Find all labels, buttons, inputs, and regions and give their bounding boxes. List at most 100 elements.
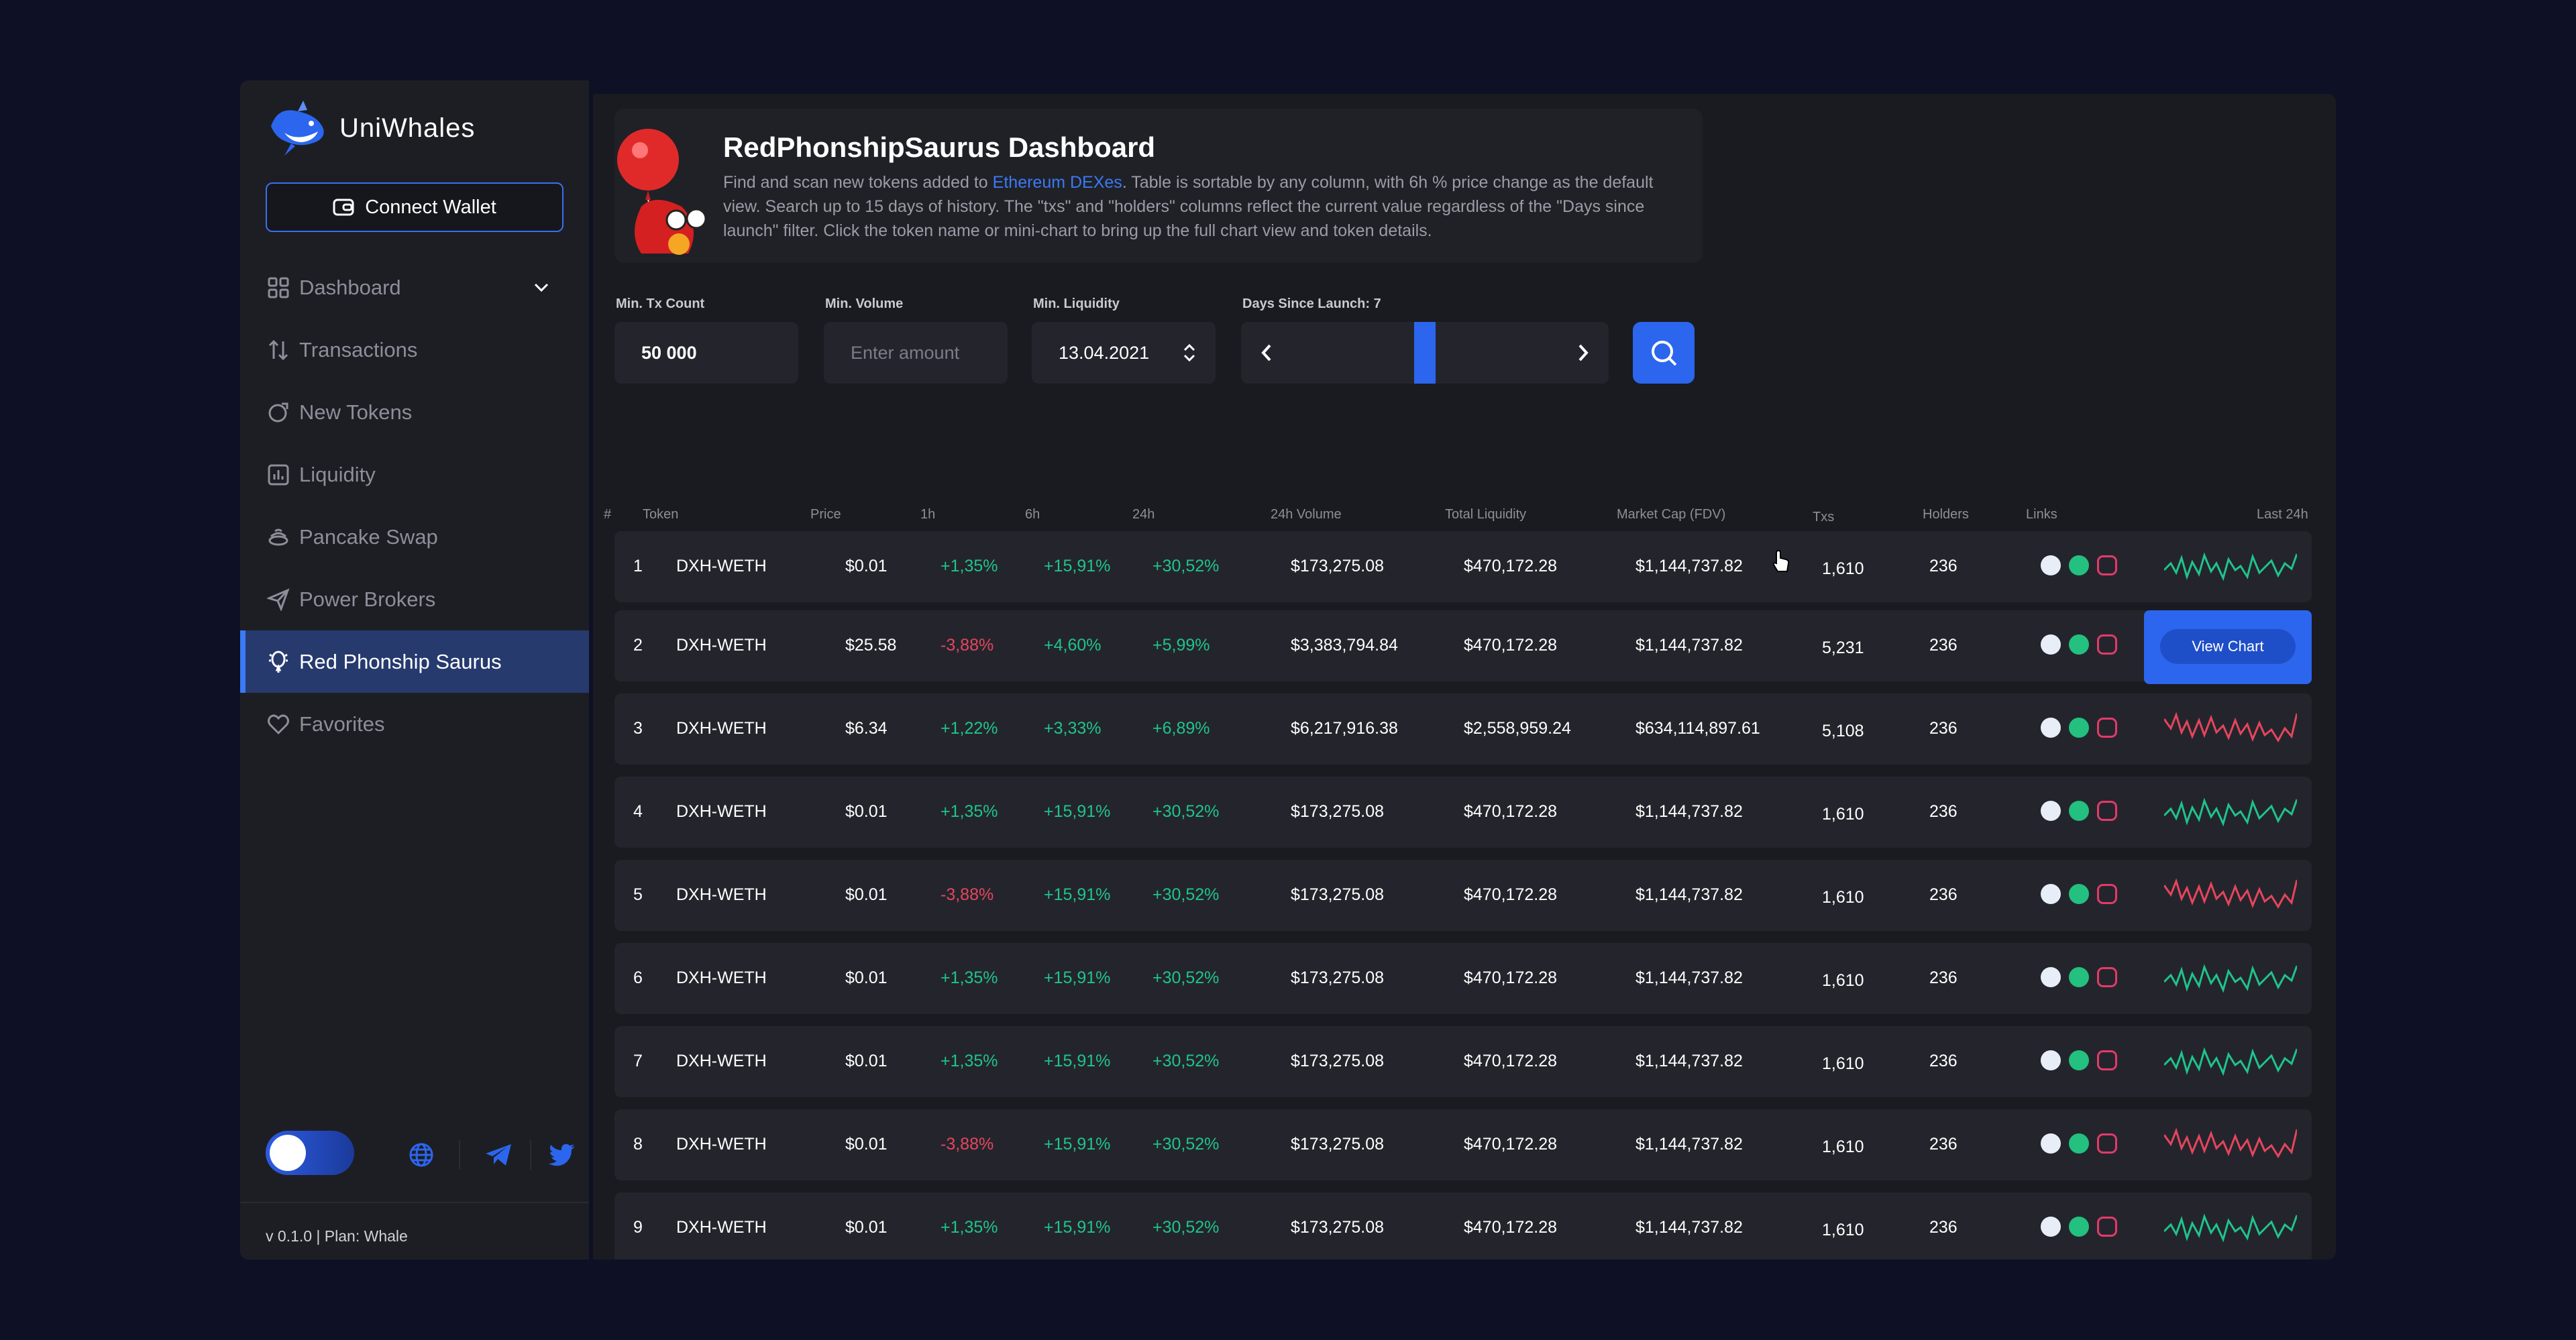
unicorn-link-icon[interactable] bbox=[2097, 634, 2117, 655]
sidebar-item-power-brokers[interactable]: Power Brokers bbox=[240, 568, 589, 630]
table-row[interactable]: 3 DXH-WETH $6.34 +1,22% +3,33% +6,89% $6,217,9… bbox=[614, 693, 2312, 765]
uniswap-link-icon[interactable] bbox=[2041, 1133, 2061, 1154]
uniswap-link-icon[interactable] bbox=[2041, 884, 2061, 904]
unicorn-link-icon[interactable] bbox=[2097, 967, 2117, 987]
search-button[interactable] bbox=[1633, 322, 1695, 384]
sparkline-chart[interactable] bbox=[2164, 543, 2297, 590]
col-header[interactable]: Market Cap (FDV) bbox=[1617, 507, 1725, 522]
cell-token[interactable]: DXH-WETH bbox=[676, 557, 767, 576]
unicorn-link-icon[interactable] bbox=[2097, 884, 2117, 904]
col-header[interactable]: 6h bbox=[1025, 507, 1040, 522]
ethereum-dexes-link[interactable]: Ethereum DEXes bbox=[993, 173, 1122, 192]
col-header[interactable]: Price bbox=[810, 507, 841, 522]
table-row[interactable]: 5 DXH-WETH $0.01 -3,88% +15,91% +30,52% $173,2… bbox=[614, 860, 2312, 931]
unicorn-link-icon[interactable] bbox=[2097, 1217, 2117, 1237]
dextools-link-icon[interactable] bbox=[2069, 1133, 2089, 1154]
dextools-link-icon[interactable] bbox=[2069, 801, 2089, 821]
col-header[interactable]: 1h bbox=[920, 507, 935, 522]
cell-token[interactable]: DXH-WETH bbox=[676, 636, 767, 655]
cell-rank: 7 bbox=[633, 1052, 643, 1070]
logo[interactable]: UniWhales bbox=[264, 99, 475, 157]
col-header[interactable]: Holders bbox=[1923, 507, 1969, 522]
cell-token[interactable]: DXH-WETH bbox=[676, 968, 767, 988]
table-row[interactable]: 6 DXH-WETH $0.01 +1,35% +15,91% +30,52% $173,2… bbox=[614, 943, 2312, 1014]
unicorn-link-icon[interactable] bbox=[2097, 801, 2117, 821]
cell-24h: +30,52% bbox=[1152, 885, 1220, 904]
unicorn-link-icon[interactable] bbox=[2097, 718, 2117, 738]
cell-token[interactable]: DXH-WETH bbox=[676, 1218, 767, 1237]
uniswap-link-icon[interactable] bbox=[2041, 555, 2061, 575]
unicorn-link-icon[interactable] bbox=[2097, 1133, 2117, 1154]
cell-token[interactable]: DXH-WETH bbox=[676, 1052, 767, 1071]
slider-thumb[interactable] bbox=[1414, 322, 1436, 384]
dextools-link-icon[interactable] bbox=[2069, 718, 2089, 738]
table-row[interactable]: 7 DXH-WETH $0.01 +1,35% +15,91% +30,52% $173,2… bbox=[614, 1026, 2312, 1097]
col-header[interactable]: Token bbox=[643, 507, 678, 522]
theme-toggle[interactable] bbox=[266, 1131, 354, 1175]
balloon-icon bbox=[269, 651, 288, 673]
min-liquidity-select[interactable]: 13.04.2021 bbox=[1032, 322, 1216, 384]
dextools-link-icon[interactable] bbox=[2069, 1050, 2089, 1070]
sparkline-chart[interactable] bbox=[2164, 955, 2297, 1002]
cell-token[interactable]: DXH-WETH bbox=[676, 719, 767, 738]
chevron-right-icon[interactable] bbox=[1576, 343, 1590, 362]
unicorn-link-icon[interactable] bbox=[2097, 1050, 2117, 1070]
cell-rank: 3 bbox=[633, 719, 643, 738]
col-header[interactable]: Total Liquidity bbox=[1445, 507, 1526, 522]
col-header[interactable]: 24h bbox=[1132, 507, 1155, 522]
days-since-launch-slider[interactable] bbox=[1241, 322, 1609, 384]
uniswap-link-icon[interactable] bbox=[2041, 967, 2061, 987]
updown-chevron-icon bbox=[1183, 343, 1195, 362]
sparkline-chart[interactable] bbox=[2164, 1205, 2297, 1251]
sidebar-item-pancake-swap[interactable]: Pancake Swap bbox=[240, 506, 589, 568]
telegram-icon[interactable] bbox=[484, 1143, 513, 1167]
col-header[interactable]: # bbox=[604, 507, 611, 522]
cell-token[interactable]: DXH-WETH bbox=[676, 802, 767, 822]
twitter-icon[interactable] bbox=[549, 1143, 576, 1166]
links-group bbox=[2041, 634, 2117, 655]
uniswap-link-icon[interactable] bbox=[2041, 801, 2061, 821]
table-row[interactable]: 9 DXH-WETH $0.01 +1,35% +15,91% +30,52% $173,2… bbox=[614, 1192, 2312, 1260]
table-row[interactable]: 2 DXH-WETH $25.58 -3,88% +4,60% +5,99% $3,383,… bbox=[614, 610, 2312, 684]
dextools-link-icon[interactable] bbox=[2069, 634, 2089, 655]
dextools-link-icon[interactable] bbox=[2069, 1217, 2089, 1237]
sidebar-item-dashboard[interactable]: Dashboard bbox=[240, 256, 589, 319]
min-volume-input[interactable]: Enter amount bbox=[824, 322, 1008, 384]
sparkline-chart[interactable] bbox=[2164, 1121, 2297, 1168]
chevron-down-icon[interactable] bbox=[530, 276, 553, 299]
dextools-link-icon[interactable] bbox=[2069, 555, 2089, 575]
cell-liquidity: $470,172.28 bbox=[1464, 557, 1558, 575]
sparkline-chart[interactable] bbox=[2164, 1038, 2297, 1085]
col-header[interactable]: 24h Volume bbox=[1271, 507, 1342, 522]
sparkline-chart[interactable] bbox=[2164, 789, 2297, 836]
cell-token[interactable]: DXH-WETH bbox=[676, 885, 767, 905]
heart-icon bbox=[268, 714, 289, 734]
uniswap-link-icon[interactable] bbox=[2041, 1050, 2061, 1070]
unicorn-link-icon[interactable] bbox=[2097, 555, 2117, 575]
sidebar-item-red-phonship-saurus[interactable]: Red Phonship Saurus bbox=[240, 630, 589, 693]
view-chart-button[interactable]: View Chart bbox=[2160, 629, 2296, 664]
cell-token[interactable]: DXH-WETH bbox=[676, 1135, 767, 1154]
sidebar-item-transactions[interactable]: Transactions bbox=[240, 319, 589, 381]
chevron-left-icon[interactable] bbox=[1260, 343, 1273, 362]
cell-liquidity: $470,172.28 bbox=[1464, 1052, 1558, 1070]
sidebar-item-liquidity[interactable]: Liquidity bbox=[240, 443, 589, 506]
table-row[interactable]: 4 DXH-WETH $0.01 +1,35% +15,91% +30,52% $173,2… bbox=[614, 777, 2312, 848]
uniswap-link-icon[interactable] bbox=[2041, 634, 2061, 655]
sidebar-item-favorites[interactable]: Favorites bbox=[240, 693, 589, 755]
table-row[interactable]: 8 DXH-WETH $0.01 -3,88% +15,91% +30,52% $173,2… bbox=[614, 1109, 2312, 1180]
table-row[interactable]: 1 DXH-WETH $0.01 +1,35% +15,91% +30,52% $173,2… bbox=[614, 531, 2312, 602]
sparkline-chart[interactable] bbox=[2164, 872, 2297, 919]
dextools-link-icon[interactable] bbox=[2069, 884, 2089, 904]
connect-wallet-button[interactable]: Connect Wallet bbox=[266, 182, 564, 232]
view-chart-panel[interactable]: View Chart bbox=[2144, 610, 2312, 684]
sparkline-chart[interactable] bbox=[2164, 706, 2297, 752]
globe-icon[interactable] bbox=[408, 1141, 435, 1168]
min-tx-count-input[interactable]: 50 000 bbox=[614, 322, 798, 384]
cell-volume: $173,275.08 bbox=[1291, 968, 1385, 987]
uniswap-link-icon[interactable] bbox=[2041, 718, 2061, 738]
dextools-link-icon[interactable] bbox=[2069, 967, 2089, 987]
uniswap-link-icon[interactable] bbox=[2041, 1217, 2061, 1237]
col-header[interactable]: Txs bbox=[1813, 510, 1834, 525]
sidebar-item-new-tokens[interactable]: New Tokens bbox=[240, 381, 589, 443]
